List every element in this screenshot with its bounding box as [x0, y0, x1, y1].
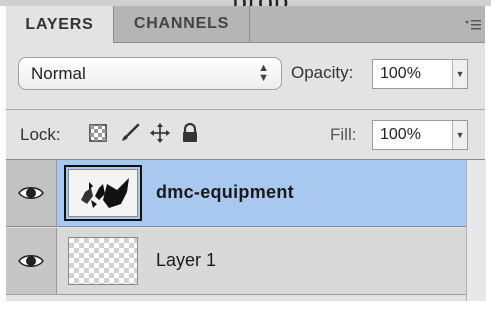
fill-label: Fill:: [330, 125, 357, 144]
tab-channels[interactable]: CHANNELS: [114, 6, 250, 42]
opacity-value: 100%: [380, 65, 421, 82]
eye-icon: [18, 187, 44, 199]
tab-layers[interactable]: LAYERS: [6, 6, 114, 43]
layer-row-layer-1[interactable]: Layer 1: [6, 228, 466, 295]
eye-icon: [18, 255, 44, 267]
fill-field[interactable]: 100% ▼: [372, 120, 468, 150]
panel-menu-icon[interactable]: [463, 16, 483, 34]
equipment-silhouette-icon: [81, 178, 129, 208]
opacity-dropdown-arrow-icon[interactable]: ▼: [452, 60, 467, 88]
lock-label: Lock:: [20, 125, 61, 144]
fill-dropdown-arrow-icon[interactable]: ▼: [452, 121, 467, 149]
layer-name[interactable]: Layer 1: [156, 250, 216, 271]
lock-image-pixels-icon[interactable]: [120, 123, 140, 143]
opacity-label: Opacity:: [291, 63, 354, 82]
layers-panel: prop LAYERS CHANNELS Normal ▲▼ Opacity: …: [0, 0, 491, 310]
layer-visibility-toggle[interactable]: [6, 228, 57, 294]
blend-mode-select[interactable]: Normal ▲ ▼: [18, 57, 282, 90]
panel-content: Normal ▲ ▼ Opacity: 100% ▼ Lock: Fill: 1…: [6, 43, 486, 301]
layer-visibility-toggle[interactable]: [6, 160, 57, 226]
blend-mode-value: Normal: [31, 63, 86, 83]
fill-value: 100%: [380, 126, 421, 143]
layer-name[interactable]: dmc-equipment: [156, 182, 294, 203]
layer-thumbnail[interactable]: [64, 165, 142, 221]
panel-tab-bar: LAYERS CHANNELS: [6, 6, 485, 43]
lock-transparent-pixels-icon[interactable]: [88, 123, 108, 143]
updown-arrows-icon: ▲ ▼: [258, 62, 269, 84]
divider: [6, 109, 485, 110]
lock-position-icon[interactable]: [150, 123, 170, 143]
layer-list-scrollbar[interactable]: [466, 160, 486, 301]
layer-row-dmc-equipment[interactable]: dmc-equipment: [6, 160, 466, 227]
opacity-field[interactable]: 100% ▼: [372, 59, 468, 89]
layer-thumbnail[interactable]: [68, 237, 138, 285]
lock-all-icon[interactable]: [180, 123, 200, 143]
